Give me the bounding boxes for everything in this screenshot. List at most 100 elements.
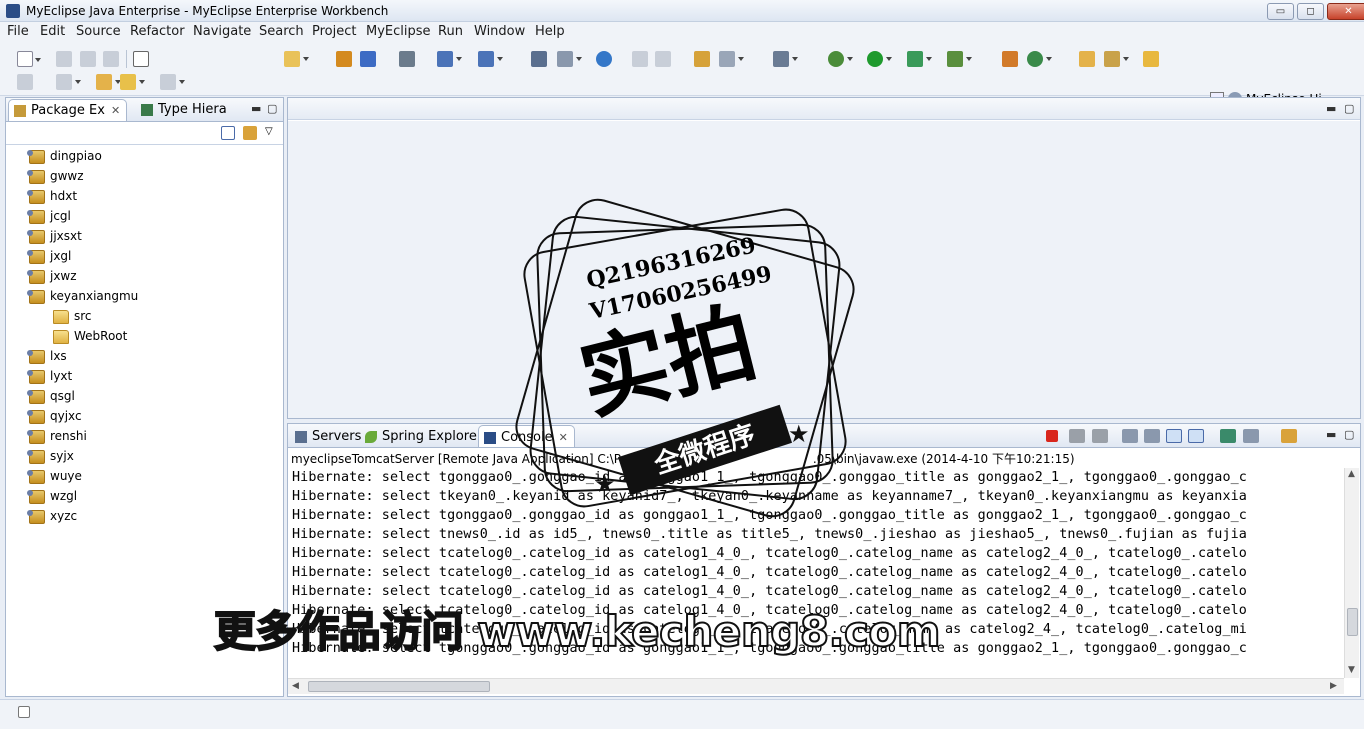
- java-project-icon: [27, 370, 45, 384]
- pin-console-icon[interactable]: [1220, 429, 1236, 443]
- maximize-button[interactable]: ◻: [1297, 3, 1324, 20]
- package-icon[interactable]: [336, 51, 352, 67]
- next-annotation-icon[interactable]: [17, 74, 33, 90]
- tab-servers[interactable]: Servers: [290, 425, 367, 447]
- menu-source[interactable]: Source: [76, 24, 121, 39]
- new-icon[interactable]: [17, 51, 41, 67]
- refresh-icon[interactable]: [1027, 51, 1052, 67]
- web-deploy-icon[interactable]: [478, 51, 503, 67]
- menu-window[interactable]: Window: [474, 24, 525, 39]
- minimize-editor-icon[interactable]: ▬: [1326, 102, 1336, 115]
- maximize-console-icon[interactable]: ▢: [1344, 428, 1354, 441]
- ejb-icon[interactable]: [1002, 51, 1018, 67]
- console-vertical-scrollbar[interactable]: ▲ ▼: [1344, 468, 1359, 678]
- database-icon[interactable]: [399, 51, 415, 67]
- tab-type-hierarchy-label: Type Hiera: [158, 102, 227, 117]
- open-folder-icon[interactable]: [1079, 51, 1095, 67]
- star-icon: ★: [594, 470, 616, 498]
- layout-icon[interactable]: [773, 51, 798, 67]
- window-title: MyEclipse Java Enterprise - MyEclipse En…: [26, 4, 389, 18]
- back-arrow-icon[interactable]: [120, 74, 145, 90]
- scroll-right-icon[interactable]: ▶: [1330, 681, 1337, 691]
- java-project-icon: [27, 190, 45, 204]
- menu-help[interactable]: Help: [535, 24, 565, 39]
- scroll-left-icon[interactable]: ◀: [292, 681, 299, 691]
- clear-console-icon[interactable]: [1122, 429, 1138, 443]
- vertical-scroll-thumb[interactable]: [1347, 608, 1358, 636]
- show-stdout-icon[interactable]: [1166, 429, 1182, 443]
- search-icon[interactable]: [719, 51, 744, 67]
- server-icon[interactable]: [531, 51, 547, 67]
- scroll-up-icon[interactable]: ▲: [1348, 469, 1355, 479]
- close-tab-icon[interactable]: ✕: [111, 104, 120, 117]
- last-edit-icon[interactable]: [96, 74, 121, 90]
- java-project-icon: [27, 410, 45, 424]
- open-perspective-folder-icon[interactable]: [1143, 51, 1159, 67]
- tab-type-hierarchy[interactable]: Type Hiera: [136, 99, 233, 121]
- menu-file[interactable]: File: [7, 24, 29, 39]
- minimize-console-icon[interactable]: ▬: [1326, 428, 1336, 441]
- maximize-editor-icon[interactable]: ▢: [1344, 102, 1354, 115]
- external-tools-icon[interactable]: [947, 51, 972, 67]
- tab-package-explorer[interactable]: Package Ex ✕: [8, 99, 128, 121]
- prev-annotation-icon[interactable]: [56, 74, 81, 90]
- tab-servers-label: Servers: [312, 429, 362, 444]
- menu-bar: File Edit Source Refactor Navigate Searc…: [0, 22, 1364, 42]
- scroll-lock-icon[interactable]: [1144, 429, 1160, 443]
- debug-icon[interactable]: [828, 51, 853, 67]
- menu-run[interactable]: Run: [438, 24, 463, 39]
- terminate-icon[interactable]: [1046, 430, 1058, 442]
- menu-search[interactable]: Search: [259, 24, 304, 39]
- menu-project[interactable]: Project: [312, 24, 356, 39]
- coverage-icon[interactable]: [907, 51, 932, 67]
- java-project-icon: [27, 270, 45, 284]
- menu-edit[interactable]: Edit: [40, 24, 65, 39]
- toggle-icon[interactable]: [632, 51, 648, 67]
- show-stderr-icon[interactable]: [1188, 429, 1204, 443]
- forward-arrow-icon[interactable]: [160, 74, 185, 90]
- open-type-icon[interactable]: [694, 51, 710, 67]
- minimize-view-icon[interactable]: ▬: [251, 102, 261, 115]
- save-icon[interactable]: [56, 51, 72, 67]
- folder-icon: [53, 330, 69, 344]
- close-window-button[interactable]: ✕: [1327, 3, 1364, 20]
- run-icon[interactable]: [867, 51, 892, 67]
- class-icon[interactable]: [360, 51, 376, 67]
- server-run-icon[interactable]: [557, 51, 582, 67]
- scroll-down-icon[interactable]: ▼: [1348, 665, 1355, 675]
- open-console-icon[interactable]: [1281, 429, 1297, 443]
- save-all-icon[interactable]: [80, 51, 96, 67]
- deploy-icon[interactable]: [437, 51, 462, 67]
- view-menu-icon[interactable]: ▽: [265, 126, 275, 137]
- menu-refactor[interactable]: Refactor: [130, 24, 185, 39]
- java-project-icon: [27, 210, 45, 224]
- binary-file-icon[interactable]: [133, 51, 149, 67]
- new-project-icon[interactable]: [284, 51, 309, 67]
- console-icon: [484, 432, 496, 444]
- pencil-icon[interactable]: [1104, 51, 1129, 67]
- collapse-all-icon[interactable]: [221, 126, 235, 140]
- remove-launch-icon[interactable]: [1069, 429, 1085, 443]
- java-project-icon: [27, 290, 45, 304]
- tab-spring-explorer-label: Spring Explorer: [382, 429, 483, 444]
- print-icon[interactable]: [103, 51, 119, 67]
- horizontal-scroll-thumb[interactable]: [308, 681, 490, 692]
- minimize-button[interactable]: ▭: [1267, 3, 1294, 20]
- console-horizontal-scrollbar[interactable]: ◀ ▶: [288, 678, 1344, 694]
- package-explorer-tabs: Package Ex ✕ Type Hiera ▬ ▢: [6, 98, 283, 122]
- java-project-icon: [27, 150, 45, 164]
- menu-myeclipse[interactable]: MyEclipse: [366, 24, 431, 39]
- console-line: Hibernate: select tcatelog0_.catelog_id …: [292, 546, 1247, 561]
- fast-view-icon[interactable]: [18, 706, 30, 718]
- editor-tab-strip: ▬ ▢: [288, 98, 1360, 120]
- console-line: Hibernate: select tcatelog0_.catelog_id …: [292, 565, 1247, 580]
- tab-spring-explorer[interactable]: Spring Explorer: [360, 425, 488, 447]
- display-console-icon[interactable]: [1243, 429, 1259, 443]
- toggle2-icon[interactable]: [655, 51, 671, 67]
- menu-navigate[interactable]: Navigate: [193, 24, 251, 39]
- browser-globe-icon[interactable]: [596, 51, 612, 67]
- link-with-editor-icon[interactable]: [243, 126, 257, 140]
- star-icon: ★: [788, 420, 810, 448]
- maximize-view-icon[interactable]: ▢: [267, 102, 277, 115]
- remove-all-terminated-icon[interactable]: [1092, 429, 1108, 443]
